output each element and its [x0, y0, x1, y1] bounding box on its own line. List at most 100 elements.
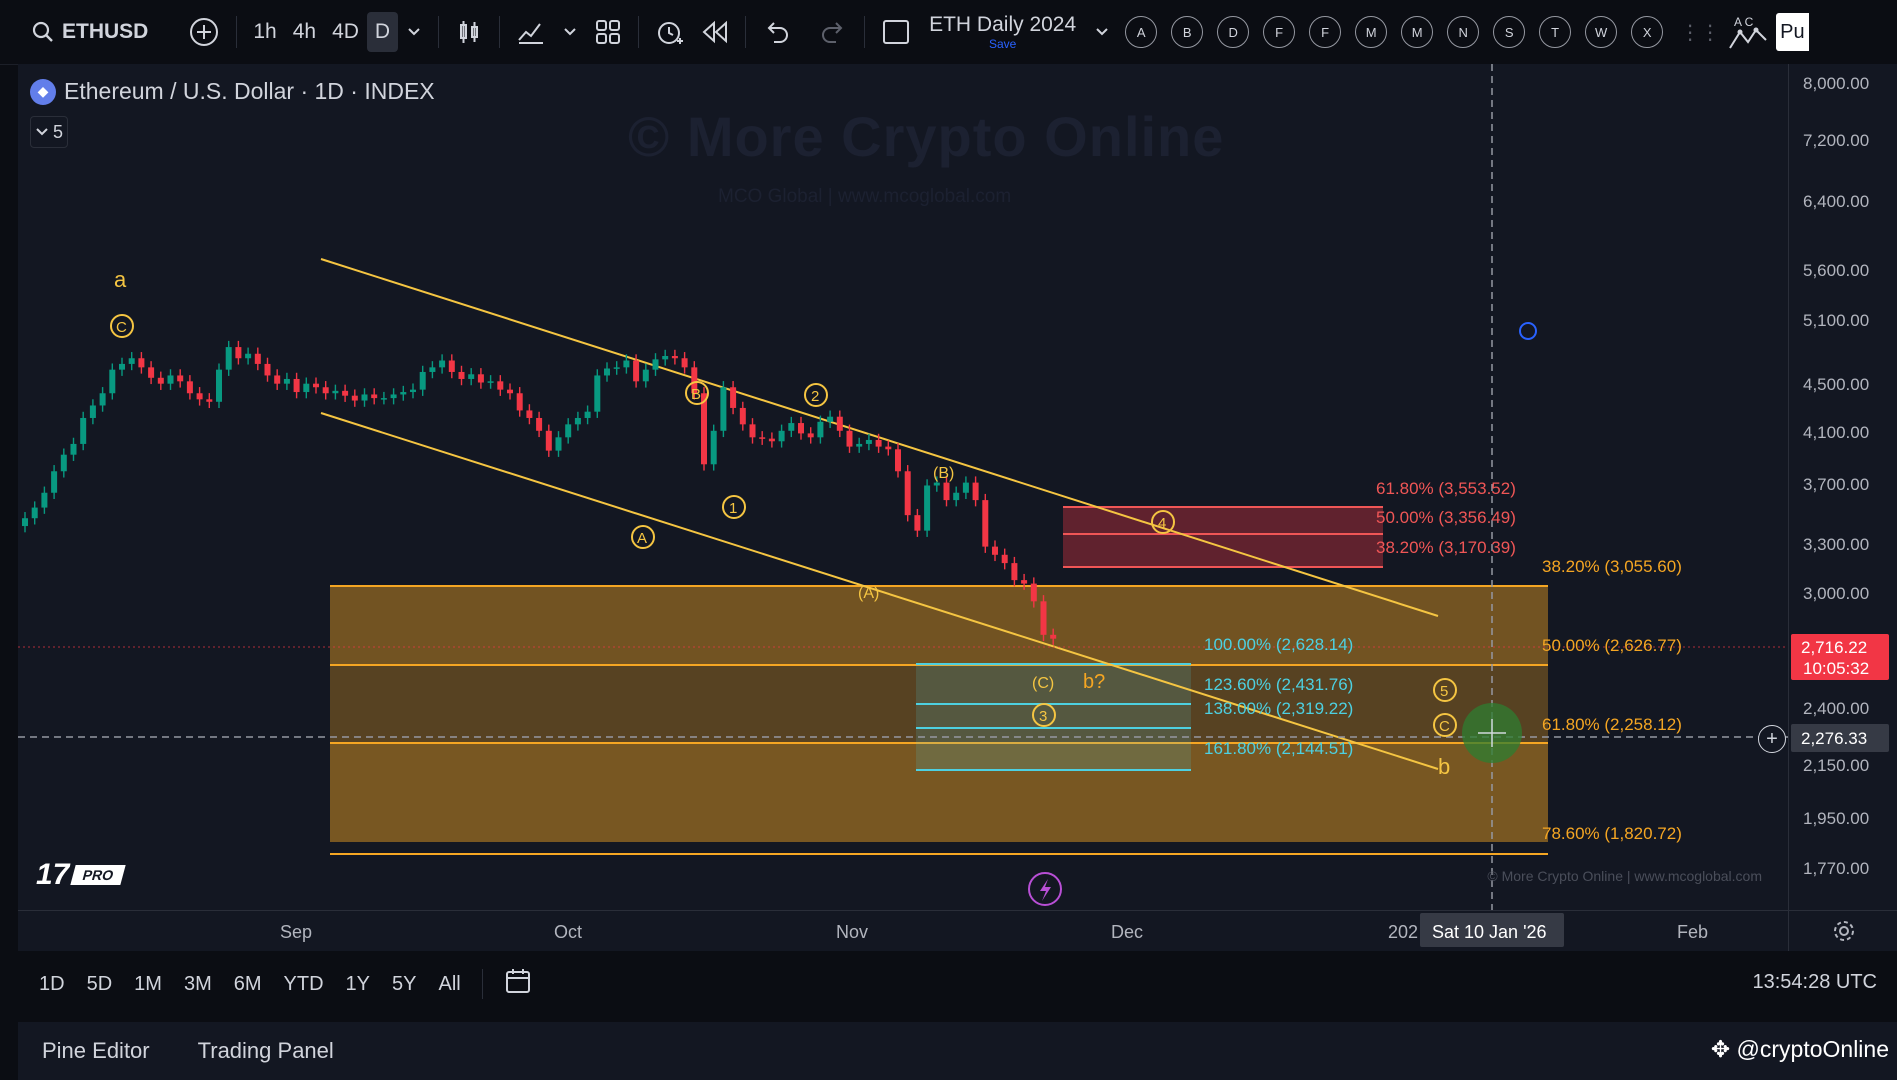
templates-button[interactable]	[586, 12, 630, 52]
candle-body	[196, 393, 203, 400]
drawing-shortcut-m1[interactable]: M	[1355, 16, 1388, 48]
interval-d[interactable]: D	[366, 12, 399, 52]
drawing-shortcut-m2[interactable]: M	[1401, 16, 1434, 48]
fullscreen-button[interactable]	[873, 12, 919, 52]
candle-body	[429, 367, 436, 372]
layout-dropdown[interactable]	[1086, 12, 1118, 52]
candle-body	[80, 417, 87, 444]
chart-settings-button[interactable]	[1788, 910, 1897, 951]
candle-body	[313, 383, 319, 388]
wave-label-4: 4	[1158, 515, 1166, 532]
crosshair-price-value: 2,276.33	[1801, 729, 1867, 748]
drawing-shortcut-f2[interactable]: F	[1309, 16, 1342, 48]
candle-body	[749, 424, 756, 438]
top-toolbar: ETHUSD 1h 4h 4D D ETH Daily 2024 Save A …	[0, 0, 1897, 65]
indicators-collapse-button[interactable]: 5	[30, 116, 68, 148]
abc-icon[interactable]: A C	[1726, 12, 1770, 52]
range-all[interactable]: All	[427, 973, 471, 996]
range-5y[interactable]: 5Y	[381, 973, 427, 996]
utc-clock[interactable]: 13:54:28 UTC	[1752, 971, 1877, 994]
plus-circle-icon	[190, 18, 219, 46]
price-axis[interactable]: 8,000.00 7,200.00 6,400.00 5,600.00 5,10…	[1788, 64, 1897, 910]
candle-body	[264, 363, 271, 376]
candle-body	[41, 492, 48, 508]
candle-body	[31, 507, 38, 519]
fib-label-orange-382: 38.20% (3,055.60)	[1542, 557, 1682, 576]
candle-body	[99, 393, 106, 406]
candle-body	[468, 374, 475, 379]
drawing-shortcut-t[interactable]: T	[1539, 16, 1572, 48]
layout-name[interactable]: ETH Daily 2024 Save	[929, 14, 1076, 50]
chart-type-button[interactable]	[447, 12, 491, 52]
indicators-button[interactable]	[508, 12, 554, 52]
range-ytd[interactable]: YTD	[273, 973, 335, 996]
candle-body	[565, 424, 572, 438]
interval-4d[interactable]: 4D	[324, 12, 367, 52]
price-chart[interactable]: a C B A 1 2 (B) (A) (C) b? 3 4 5 C b 61.…	[18, 64, 1788, 910]
layout-save-label: Save	[988, 37, 1017, 51]
range-3m[interactable]: 3M	[173, 973, 223, 996]
replay-button[interactable]	[693, 12, 737, 52]
drawing-shortcut-a[interactable]: A	[1125, 16, 1158, 48]
compare-add-button[interactable]	[180, 12, 228, 52]
tradingview-logo[interactable]: 17 PRO	[36, 858, 127, 892]
price-tick: 5,100.00	[1803, 311, 1869, 330]
ext-label-1236: 123.60% (2,431.76)	[1204, 675, 1353, 694]
toolbar-divider	[236, 16, 238, 48]
candle-body	[681, 358, 688, 368]
tab-pine-editor[interactable]: Pine Editor	[18, 1038, 174, 1064]
chart-pane[interactable]: © More Crypto Online MCO Global | www.mc…	[18, 64, 1788, 910]
toolbar-divider	[638, 16, 640, 48]
candle-body	[555, 437, 562, 451]
drawing-shortcut-f1[interactable]: F	[1263, 16, 1296, 48]
range-5d[interactable]: 5D	[76, 973, 124, 996]
drawing-shortcut-d[interactable]: D	[1217, 16, 1250, 48]
price-tick: 4,500.00	[1803, 375, 1869, 394]
range-1d[interactable]: 1D	[28, 973, 76, 996]
plus-icon: +	[1766, 727, 1778, 750]
time-label-sep: Sep	[280, 922, 312, 942]
drawing-shortcut-s[interactable]: S	[1493, 16, 1526, 48]
wave-label-b: b	[1438, 754, 1450, 779]
redo-button[interactable]	[812, 12, 856, 52]
alert-button[interactable]	[647, 12, 693, 52]
wave-label-a: a	[114, 267, 127, 292]
drawing-shortcut-x[interactable]: X	[1631, 16, 1664, 48]
drawing-shortcut-b[interactable]: B	[1171, 16, 1204, 48]
range-6m[interactable]: 6M	[223, 973, 273, 996]
toolbar-divider	[499, 16, 501, 48]
price-tick: 3,300.00	[1803, 535, 1869, 554]
candle-body	[827, 416, 834, 422]
symbol-search-button[interactable]: ETHUSD	[24, 12, 156, 52]
interval-1h[interactable]: 1h	[245, 12, 284, 52]
candle-body	[1011, 563, 1018, 581]
candle-body	[1050, 634, 1057, 639]
undo-button[interactable]	[754, 12, 798, 52]
price-tick: 2,150.00	[1803, 756, 1869, 775]
chart-legend[interactable]: ◆ Ethereum / U.S. Dollar · 1D · INDEX	[30, 78, 435, 105]
drawing-shortcut-n[interactable]: N	[1447, 16, 1480, 48]
interval-dropdown[interactable]	[398, 12, 430, 52]
candle-body	[216, 369, 222, 402]
range-1m[interactable]: 1M	[123, 973, 173, 996]
indicators-dropdown[interactable]	[554, 12, 586, 52]
add-alert-plus-button[interactable]: +	[1758, 725, 1786, 753]
candle-body	[633, 360, 640, 382]
fib-label-orange-786: 78.60% (1,820.72)	[1542, 824, 1682, 843]
lightning-icon	[1040, 879, 1051, 901]
undo-icon	[767, 22, 789, 43]
time-axis[interactable]: Sep Oct Nov Dec 202 Feb Sat 10 Jan '26	[18, 910, 1788, 951]
rewind-icon	[702, 20, 728, 44]
range-1y[interactable]: 1Y	[335, 973, 381, 996]
channel-upper-line	[320, 258, 1439, 617]
publish-button[interactable]: Pu	[1776, 13, 1809, 51]
drag-handle-icon[interactable]: ⋮⋮	[1680, 12, 1720, 52]
drawing-shortcut-w[interactable]: W	[1585, 16, 1618, 48]
price-tick: 1,950.00	[1803, 809, 1869, 828]
ethereum-icon: ◆	[30, 78, 56, 105]
goto-date-button[interactable]	[493, 967, 545, 1001]
candle-body	[177, 375, 184, 382]
price-axis-svg: 8,000.00 7,200.00 6,400.00 5,600.00 5,10…	[1791, 74, 1889, 878]
interval-4h[interactable]: 4h	[285, 12, 324, 52]
tab-trading-panel[interactable]: Trading Panel	[174, 1038, 358, 1064]
